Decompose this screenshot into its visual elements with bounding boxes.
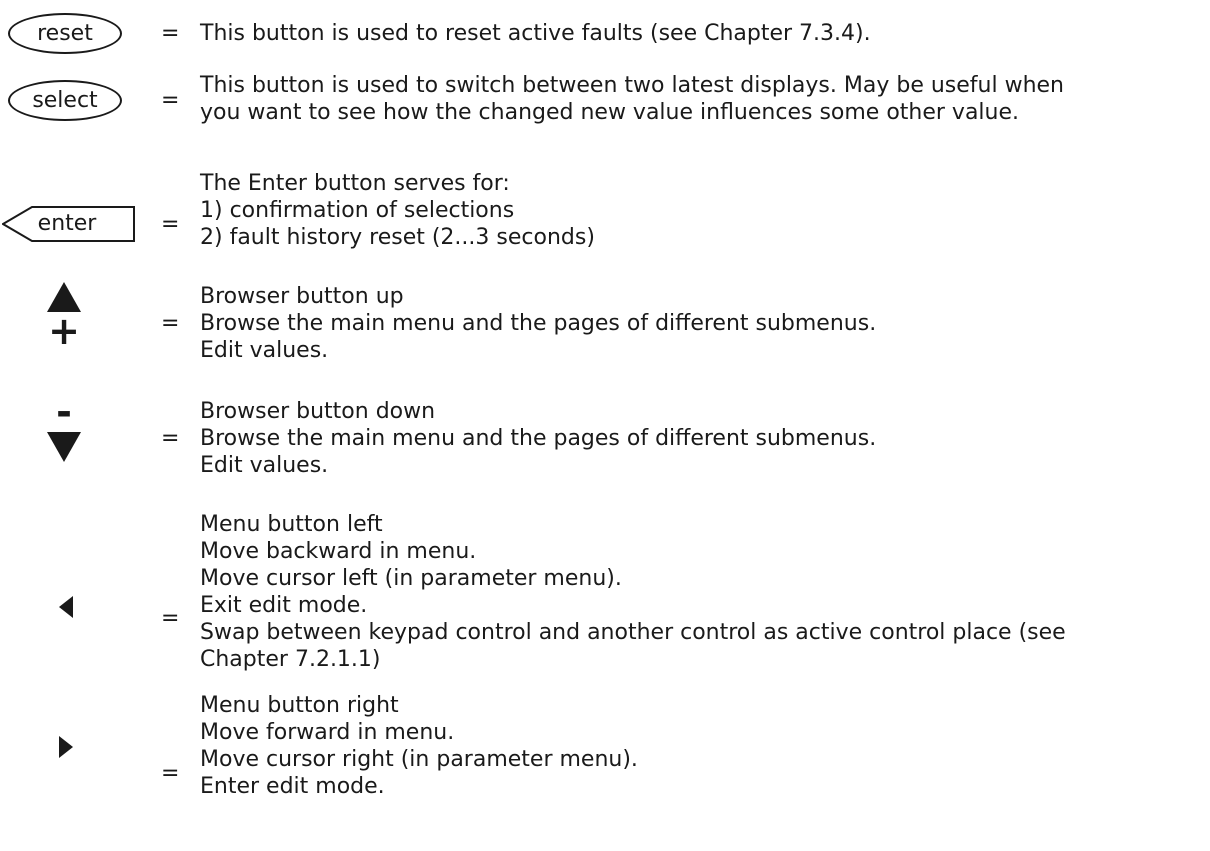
description-line: Browse the main menu and the pages of di… bbox=[200, 311, 877, 336]
up-triangle-icon bbox=[47, 282, 81, 312]
plus-symbol: + bbox=[48, 309, 80, 353]
reset-description: This button is used to reset active faul… bbox=[200, 20, 1205, 47]
description-line: Move cursor left (in parameter menu). bbox=[200, 566, 622, 591]
down-triangle-icon bbox=[47, 432, 81, 462]
description-line: Menu button left bbox=[200, 512, 383, 537]
minus-symbol: - bbox=[56, 390, 72, 434]
equals-sign: = bbox=[161, 88, 180, 113]
menu-left-button bbox=[56, 594, 76, 620]
left-triangle-icon bbox=[59, 596, 73, 618]
description-line: This button is used to reset active faul… bbox=[200, 21, 871, 46]
equals-sign: = bbox=[161, 311, 180, 336]
description-line: Move cursor right (in parameter menu). bbox=[200, 747, 638, 772]
description-line: Enter edit mode. bbox=[200, 774, 385, 799]
enter-description: The Enter button serves for: 1) confirma… bbox=[200, 170, 1205, 251]
select-button-icon: select bbox=[8, 80, 122, 121]
description-line: Browser button down bbox=[200, 399, 436, 424]
browser-down-description: Browser button down Browse the main menu… bbox=[200, 398, 1205, 479]
description-line: Swap between keypad control and another … bbox=[200, 620, 1066, 645]
description-line: Menu button right bbox=[200, 693, 399, 718]
equals-sign: = bbox=[161, 212, 180, 237]
description-line: Browser button up bbox=[200, 284, 404, 309]
browser-up-description: Browser button up Browse the main menu a… bbox=[200, 283, 1205, 364]
browser-down-button: - bbox=[44, 390, 84, 470]
select-button-label: select bbox=[8, 80, 122, 121]
keypad-button-reference: reset = This button is used to reset act… bbox=[0, 0, 1210, 851]
enter-button-label: enter bbox=[37, 211, 97, 236]
description-line: Chapter 7.2.1.1) bbox=[200, 647, 381, 672]
menu-left-description: Menu button left Move backward in menu. … bbox=[200, 511, 1205, 673]
menu-right-button bbox=[56, 734, 76, 760]
equals-sign: = bbox=[161, 761, 180, 786]
select-description: This button is used to switch between tw… bbox=[200, 72, 1205, 126]
equals-sign: = bbox=[161, 21, 180, 46]
description-line: 1) confirmation of selections bbox=[200, 198, 515, 223]
reset-button-label: reset bbox=[8, 13, 122, 54]
description-line: Move backward in menu. bbox=[200, 539, 477, 564]
equals-sign: = bbox=[161, 606, 180, 631]
description-line: The Enter button serves for: bbox=[200, 171, 510, 196]
equals-sign: = bbox=[161, 426, 180, 451]
description-line: Move forward in menu. bbox=[200, 720, 455, 745]
right-triangle-icon bbox=[59, 736, 73, 758]
description-line: Exit edit mode. bbox=[200, 593, 368, 618]
browser-up-button: + bbox=[44, 282, 84, 354]
description-line: 2) fault history reset (2...3 seconds) bbox=[200, 225, 595, 250]
description-line: Browse the main menu and the pages of di… bbox=[200, 426, 877, 451]
menu-right-description: Menu button right Move forward in menu. … bbox=[200, 692, 1205, 800]
description-line: Edit values. bbox=[200, 338, 329, 363]
description-line: you want to see how the changed new valu… bbox=[200, 100, 1020, 125]
enter-button-icon: enter bbox=[2, 206, 136, 242]
description-line: This button is used to switch between tw… bbox=[200, 73, 1064, 98]
description-line: Edit values. bbox=[200, 453, 329, 478]
reset-button-icon: reset bbox=[8, 13, 122, 54]
